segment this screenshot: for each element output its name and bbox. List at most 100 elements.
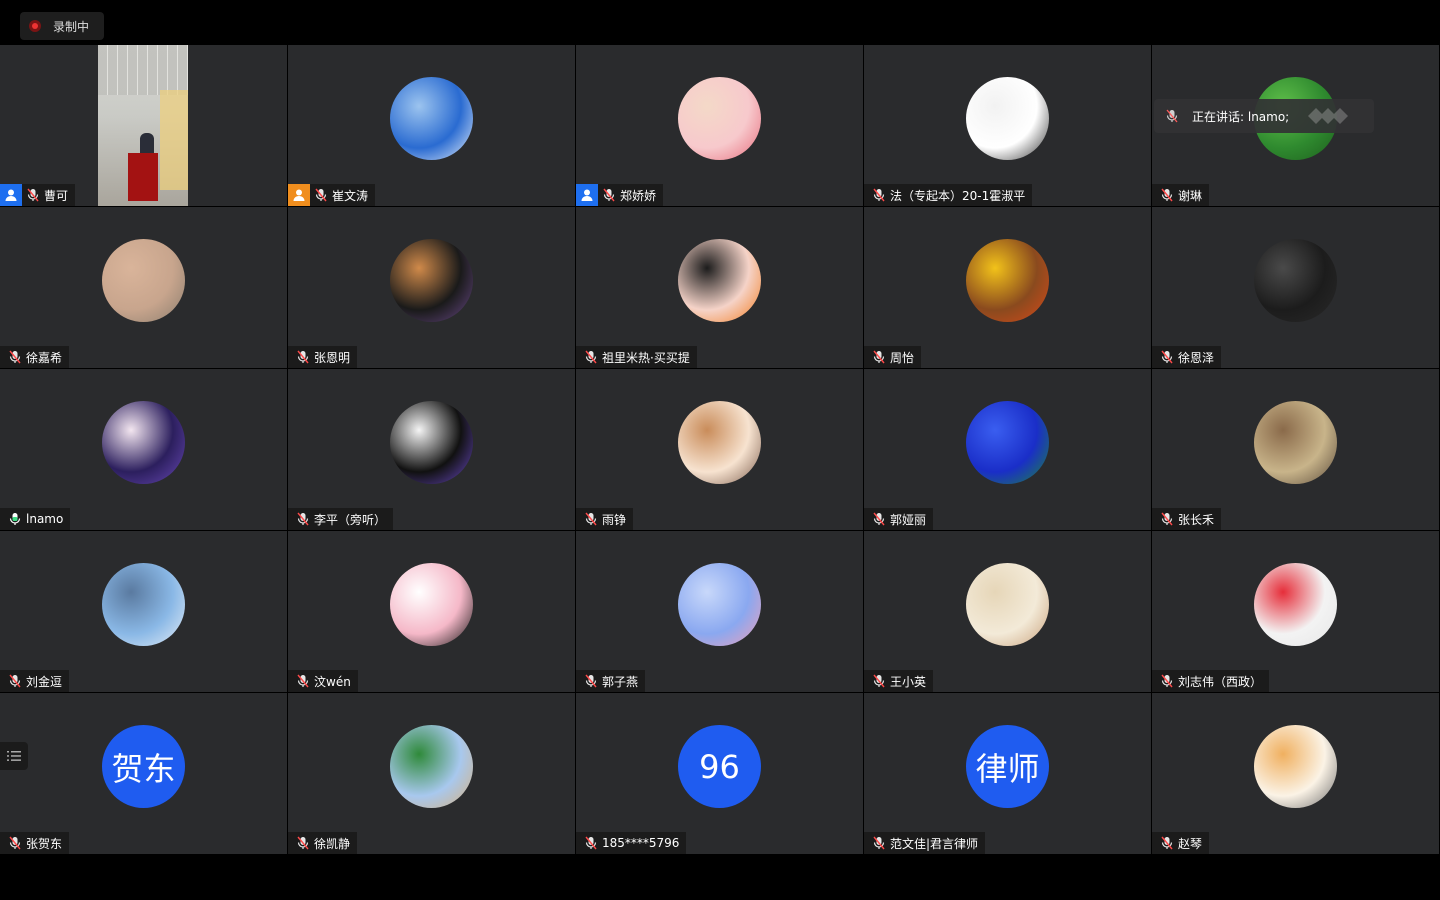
participant-tile[interactable]: 徐凯静 bbox=[288, 693, 575, 854]
mic-muted-icon bbox=[871, 346, 887, 368]
mic-muted-icon bbox=[295, 670, 311, 692]
mic-muted-icon bbox=[601, 184, 617, 206]
participant-avatar bbox=[678, 563, 761, 646]
speaking-text: 正在讲话: lnamo; bbox=[1192, 109, 1290, 124]
mic-on-icon bbox=[7, 508, 23, 530]
participant-name: 雨铮 bbox=[602, 512, 627, 527]
participant-name: 赵琴 bbox=[1178, 836, 1203, 851]
participant-label: 李平（旁听） bbox=[288, 508, 394, 530]
participant-avatar bbox=[390, 239, 473, 322]
participant-tile[interactable]: 雨铮 bbox=[576, 369, 863, 530]
participant-name: 祖里米热·买买提 bbox=[602, 350, 690, 365]
participant-label: 徐恩泽 bbox=[1152, 346, 1222, 368]
participant-avatar bbox=[678, 401, 761, 484]
participant-tile[interactable]: 郭子燕 bbox=[576, 531, 863, 692]
participant-tile[interactable]: 徐恩泽 bbox=[1152, 207, 1439, 368]
mic-muted-icon bbox=[7, 670, 23, 692]
mic-muted-icon bbox=[7, 346, 23, 368]
participant-label: 徐凯静 bbox=[288, 832, 358, 854]
participant-tile[interactable]: 96 185****5796 bbox=[576, 693, 863, 854]
participant-tile[interactable]: 刘金逗 bbox=[0, 531, 287, 692]
mic-muted-icon bbox=[1159, 184, 1175, 206]
participant-label: 汶wén bbox=[288, 670, 358, 692]
mic-muted-icon bbox=[313, 184, 329, 206]
participant-avatar bbox=[1254, 563, 1337, 646]
participant-avatar bbox=[678, 77, 761, 160]
recording-indicator[interactable]: 录制中 bbox=[20, 12, 104, 40]
participant-grid: 曹可 崔文涛 郑娇娇 法（专起本）20-1霍淑平 谢琳 徐嘉希 张恩明 祖里米热·买买提 周怡徐… bbox=[0, 45, 1440, 855]
mic-muted-icon bbox=[1159, 670, 1175, 692]
participant-tile[interactable]: 张长禾 bbox=[1152, 369, 1439, 530]
mic-muted-icon bbox=[295, 508, 311, 530]
participant-tile[interactable]: 刘志伟（西政） bbox=[1152, 531, 1439, 692]
participant-label: 刘金逗 bbox=[0, 670, 70, 692]
participant-name: 郑娇娇 bbox=[620, 188, 657, 203]
participant-name: 郭子燕 bbox=[602, 674, 639, 689]
participant-name: 曹可 bbox=[44, 188, 69, 203]
participant-avatar bbox=[102, 401, 185, 484]
participant-avatar: 律师 bbox=[966, 725, 1049, 808]
participant-list-button[interactable] bbox=[0, 742, 28, 770]
participant-avatar bbox=[966, 239, 1049, 322]
participant-avatar bbox=[102, 239, 185, 322]
host-role-icon bbox=[288, 184, 310, 206]
participant-name: 刘金逗 bbox=[26, 674, 63, 689]
mic-muted-icon bbox=[295, 832, 311, 854]
participant-avatar: 贺东 bbox=[102, 725, 185, 808]
participant-tile[interactable]: lnamo bbox=[0, 369, 287, 530]
mic-muted-icon bbox=[871, 670, 887, 692]
participant-tile[interactable]: 徐嘉希 bbox=[0, 207, 287, 368]
participant-name: 王小英 bbox=[890, 674, 927, 689]
top-bar: 录制中 bbox=[0, 0, 1440, 44]
participant-name: 周怡 bbox=[890, 350, 915, 365]
mic-active-icon bbox=[1164, 105, 1180, 127]
mic-muted-icon bbox=[1159, 832, 1175, 854]
participant-tile[interactable]: 王小英 bbox=[864, 531, 1151, 692]
participant-avatar bbox=[390, 725, 473, 808]
participant-avatar bbox=[1254, 401, 1337, 484]
participant-name: 185****5796 bbox=[602, 836, 680, 850]
participant-avatar bbox=[1254, 239, 1337, 322]
participant-label: 张长禾 bbox=[1152, 508, 1222, 530]
participant-name: 张恩明 bbox=[314, 350, 351, 365]
participant-name: 范文佳|君言律师 bbox=[890, 836, 979, 851]
mic-muted-icon bbox=[1159, 346, 1175, 368]
participant-name: 徐凯静 bbox=[314, 836, 351, 851]
participant-avatar bbox=[390, 401, 473, 484]
participant-label: 王小英 bbox=[864, 670, 934, 692]
participant-tile[interactable]: 郑娇娇 bbox=[576, 45, 863, 206]
participant-tile[interactable]: 贺东 张贺东 bbox=[0, 693, 287, 854]
participant-tile[interactable]: 祖里米热·买买提 bbox=[576, 207, 863, 368]
participant-label: 曹可 bbox=[0, 184, 76, 206]
participant-tile[interactable]: 崔文涛 bbox=[288, 45, 575, 206]
participant-label: 郑娇娇 bbox=[576, 184, 664, 206]
participant-label: 刘志伟（西政） bbox=[1152, 670, 1270, 692]
participant-label: lnamo bbox=[0, 508, 71, 530]
participant-name: 郭娅丽 bbox=[890, 512, 927, 527]
participant-name: lnamo bbox=[26, 512, 64, 526]
participant-name: 汶wén bbox=[314, 674, 351, 689]
participant-name: 法（专起本）20-1霍淑平 bbox=[890, 188, 1026, 203]
participant-name: 李平（旁听） bbox=[314, 512, 387, 527]
participant-tile[interactable]: 曹可 bbox=[0, 45, 287, 206]
participant-avatar bbox=[966, 401, 1049, 484]
participant-tile[interactable]: 郭娅丽 bbox=[864, 369, 1151, 530]
participant-tile[interactable]: 赵琴 bbox=[1152, 693, 1439, 854]
participant-avatar bbox=[1254, 725, 1337, 808]
speaking-decoration-icon bbox=[1308, 108, 1348, 124]
participant-label: 崔文涛 bbox=[288, 184, 376, 206]
participant-label: 周怡 bbox=[864, 346, 922, 368]
participant-tile[interactable]: 周怡 bbox=[864, 207, 1151, 368]
speaking-indicator: 正在讲话: lnamo; bbox=[1154, 99, 1374, 133]
host-role-icon bbox=[576, 184, 598, 206]
participant-tile[interactable]: 张恩明 bbox=[288, 207, 575, 368]
bottom-bar bbox=[0, 855, 1440, 900]
participant-tile[interactable]: 律师范文佳|君言律师 bbox=[864, 693, 1151, 854]
mic-muted-icon bbox=[871, 184, 887, 206]
participant-tile[interactable]: 汶wén bbox=[288, 531, 575, 692]
participant-avatar bbox=[678, 239, 761, 322]
participant-avatar bbox=[966, 563, 1049, 646]
participant-label: 郭娅丽 bbox=[864, 508, 934, 530]
participant-tile[interactable]: 李平（旁听） bbox=[288, 369, 575, 530]
participant-tile[interactable]: 法（专起本）20-1霍淑平 bbox=[864, 45, 1151, 206]
